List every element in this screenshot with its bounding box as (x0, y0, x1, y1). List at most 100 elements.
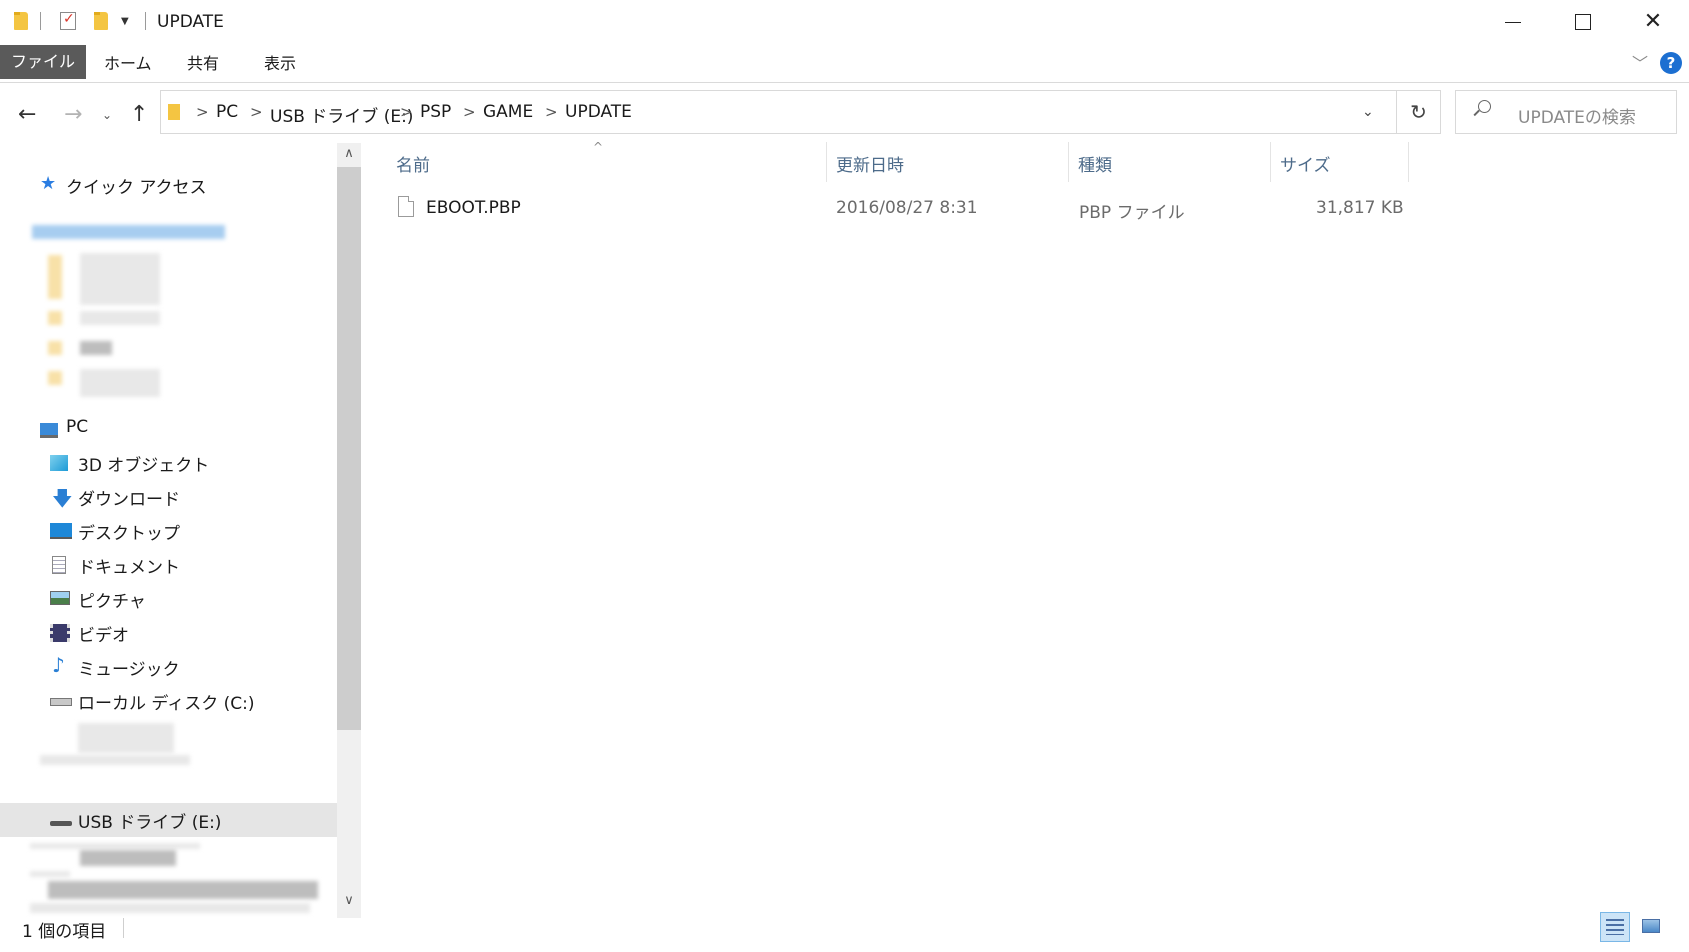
breadcrumb-separator[interactable]: > (545, 103, 558, 121)
close-button[interactable]: ✕ (1618, 0, 1688, 44)
column-divider[interactable] (1408, 142, 1409, 182)
breadcrumb-update[interactable]: UPDATE (565, 102, 632, 122)
sidebar-item-documents[interactable]: ドキュメント (0, 548, 337, 582)
redacted-item (48, 881, 318, 899)
address-folder-icon (168, 104, 180, 120)
status-item-count: 1 個の項目 (22, 922, 107, 942)
sidebar-item-label: ピクチャ (78, 592, 146, 612)
file-icon (398, 196, 414, 217)
sidebar-scroll-thumb[interactable] (337, 167, 361, 730)
tab-file[interactable]: ファイル (0, 45, 86, 79)
usb-drive-icon (50, 821, 72, 826)
column-header-size[interactable]: サイズ (1280, 151, 1331, 176)
redacted-item (80, 253, 160, 305)
forward-arrow-icon[interactable]: → (64, 102, 82, 127)
sidebar-item-usb-drive[interactable]: USB ドライブ (E:) (0, 803, 337, 837)
folder-icon (14, 12, 28, 30)
redacted-item (40, 755, 190, 765)
column-divider[interactable] (826, 142, 827, 182)
large-icons-view-icon (1642, 919, 1660, 933)
column-header-name[interactable]: 名前 (396, 151, 430, 176)
breadcrumb-psp[interactable]: PSP (420, 102, 451, 122)
properties-icon[interactable] (60, 11, 76, 30)
column-header-type[interactable]: 種類 (1078, 151, 1112, 176)
sidebar-item-pictures[interactable]: ピクチャ (0, 582, 337, 616)
file-date: 2016/08/27 8:31 (836, 198, 978, 218)
file-type: PBP ファイル (1079, 203, 1185, 223)
sidebar-item-label: PC (66, 417, 89, 437)
breadcrumb-pc[interactable]: PC (216, 102, 238, 122)
status-separator (123, 918, 124, 938)
help-icon[interactable]: ? (1660, 52, 1682, 74)
maximize-button[interactable] (1548, 0, 1618, 44)
column-divider[interactable] (1068, 142, 1069, 182)
breadcrumb-game[interactable]: GAME (483, 102, 533, 122)
pc-icon (40, 423, 58, 438)
refresh-button[interactable]: ↻ (1397, 90, 1441, 134)
tab-view[interactable]: 表示 (252, 48, 308, 80)
redacted-item (80, 341, 112, 355)
sidebar-item-label: クイック アクセス (66, 178, 207, 198)
scroll-up-icon[interactable]: ∧ (337, 146, 361, 161)
breadcrumb-separator[interactable]: > (400, 103, 413, 121)
sidebar-item-label: USB ドライブ (E:) (78, 813, 222, 833)
redacted-folder-icon (48, 311, 62, 325)
breadcrumb-usb-drive[interactable]: USB ドライブ (E:) (270, 102, 413, 127)
tab-home[interactable]: ホーム (92, 48, 164, 80)
address-history-chevron-icon[interactable]: ⌄ (1362, 104, 1374, 120)
redacted-item (80, 311, 160, 325)
sidebar-item-label: ローカル ディスク (C:) (78, 694, 255, 714)
window-title: UPDATE (157, 12, 224, 32)
sidebar-item-3d-objects[interactable]: 3D オブジェクト (0, 446, 337, 480)
redacted-item (30, 903, 310, 913)
maximize-icon (1575, 14, 1591, 30)
title-separator (145, 12, 146, 30)
sort-ascending-icon: ^ (593, 140, 604, 154)
sidebar-item-desktop[interactable]: デスクトップ (0, 514, 337, 548)
redacted-item (80, 369, 160, 397)
sidebar-item-quick-access[interactable]: ★ クイック アクセス (0, 168, 337, 202)
videos-icon (50, 624, 70, 642)
redacted-item (78, 723, 174, 753)
customize-quick-access-icon[interactable]: ▼ (121, 16, 129, 27)
sidebar-item-videos[interactable]: ビデオ (0, 616, 337, 650)
ribbon: ファイル ホーム 共有 表示 (0, 44, 1689, 83)
desktop-icon (50, 523, 72, 539)
breadcrumb-separator[interactable]: > (196, 103, 209, 121)
column-divider[interactable] (1270, 142, 1271, 182)
file-name[interactable]: EBOOT.PBP (426, 198, 521, 218)
local-disk-icon (50, 698, 72, 706)
search-placeholder: UPDATEの検索 (1518, 108, 1636, 128)
up-arrow-icon[interactable]: ↑ (130, 102, 148, 127)
sidebar-item-label: 3D オブジェクト (78, 456, 210, 476)
sidebar-item-music[interactable]: ♪ ミュージック (0, 650, 337, 684)
recent-locations-chevron-icon[interactable]: ⌄ (102, 108, 112, 122)
quick-access-separator (40, 12, 41, 30)
documents-icon (52, 556, 66, 574)
minimize-button[interactable] (1478, 0, 1548, 44)
close-icon: ✕ (1643, 9, 1663, 34)
ribbon-expand-chevron-icon[interactable]: ﹀ (1632, 50, 1648, 74)
details-view-icon (1606, 919, 1624, 935)
tab-share[interactable]: 共有 (175, 48, 231, 80)
redacted-folder-icon (48, 371, 62, 385)
back-arrow-icon[interactable]: ← (18, 102, 36, 127)
download-icon: 🡇 (52, 486, 73, 510)
column-header-date[interactable]: 更新日時 (836, 151, 904, 176)
breadcrumb-separator[interactable]: > (463, 103, 476, 121)
star-icon: ★ (40, 173, 57, 194)
file-size: 31,817 KB (1316, 198, 1404, 218)
sidebar-item-label: ミュージック (78, 660, 180, 680)
sidebar-item-local-disk[interactable]: ローカル ディスク (C:) (0, 684, 337, 718)
sidebar-item-pc[interactable]: PC (0, 412, 337, 446)
redacted-item (30, 871, 70, 877)
sidebar-item-downloads[interactable]: 🡇 ダウンロード (0, 480, 337, 514)
redacted-item (80, 850, 176, 866)
redacted-folder-icon (48, 341, 62, 355)
music-icon: ♪ (52, 653, 65, 677)
sidebar-item-label: ダウンロード (78, 490, 180, 510)
sidebar-item-label: ドキュメント (78, 558, 180, 578)
new-folder-icon[interactable] (94, 12, 108, 30)
breadcrumb-separator[interactable]: > (250, 103, 263, 121)
scroll-down-icon[interactable]: ∨ (337, 893, 361, 908)
